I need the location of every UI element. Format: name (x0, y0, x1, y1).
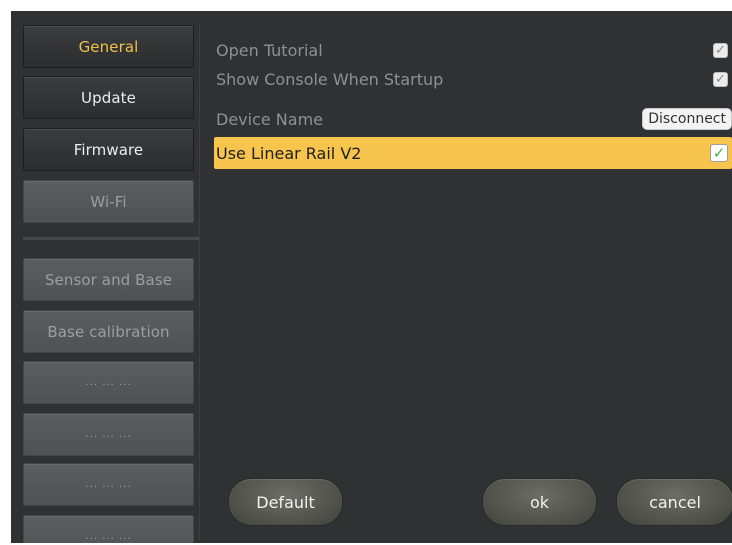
sidebar-item-update[interactable]: Update (23, 76, 194, 119)
show-console-row: Show Console When Startup ✓ (214, 66, 732, 92)
sidebar-item-base-calibration[interactable]: Base calibration (23, 310, 194, 353)
device-name-row: Device Name Disconnect (214, 106, 732, 132)
show-console-checkbox[interactable]: ✓ (713, 71, 728, 87)
show-console-label: Show Console When Startup (216, 69, 444, 89)
ok-button[interactable]: ok (482, 478, 597, 526)
linear-rail-row[interactable]: Use Linear Rail V2 ✓ (214, 137, 732, 169)
sidebar-divider (23, 237, 199, 240)
default-button[interactable]: Default (228, 478, 343, 526)
settings-window: General Update Firmware Wi-Fi Sensor and… (11, 11, 732, 543)
device-name-label: Device Name (216, 109, 324, 129)
sidebar-item-placeholder-2[interactable]: ... ... ... (23, 413, 194, 456)
open-tutorial-row: Open Tutorial ✓ (214, 37, 732, 63)
open-tutorial-label: Open Tutorial (216, 40, 323, 60)
open-tutorial-checkbox[interactable]: ✓ (713, 42, 728, 58)
sidebar-item-wifi[interactable]: Wi-Fi (23, 180, 194, 223)
cancel-button[interactable]: cancel (616, 478, 732, 526)
linear-rail-checkbox[interactable]: ✓ (710, 144, 728, 162)
sidebar-item-placeholder-3[interactable]: ... ... ... (23, 463, 194, 506)
sidebar-item-firmware[interactable]: Firmware (23, 128, 194, 171)
sidebar-item-sensor-and-base[interactable]: Sensor and Base (23, 258, 194, 301)
sidebar-item-placeholder-4[interactable]: ... ... ... (23, 515, 194, 543)
sidebar-item-general[interactable]: General (23, 25, 194, 68)
vertical-separator (199, 25, 200, 541)
linear-rail-label: Use Linear Rail V2 (216, 143, 362, 163)
sidebar-item-placeholder-1[interactable]: ... ... ... (23, 361, 194, 404)
disconnect-button[interactable]: Disconnect (642, 108, 732, 130)
